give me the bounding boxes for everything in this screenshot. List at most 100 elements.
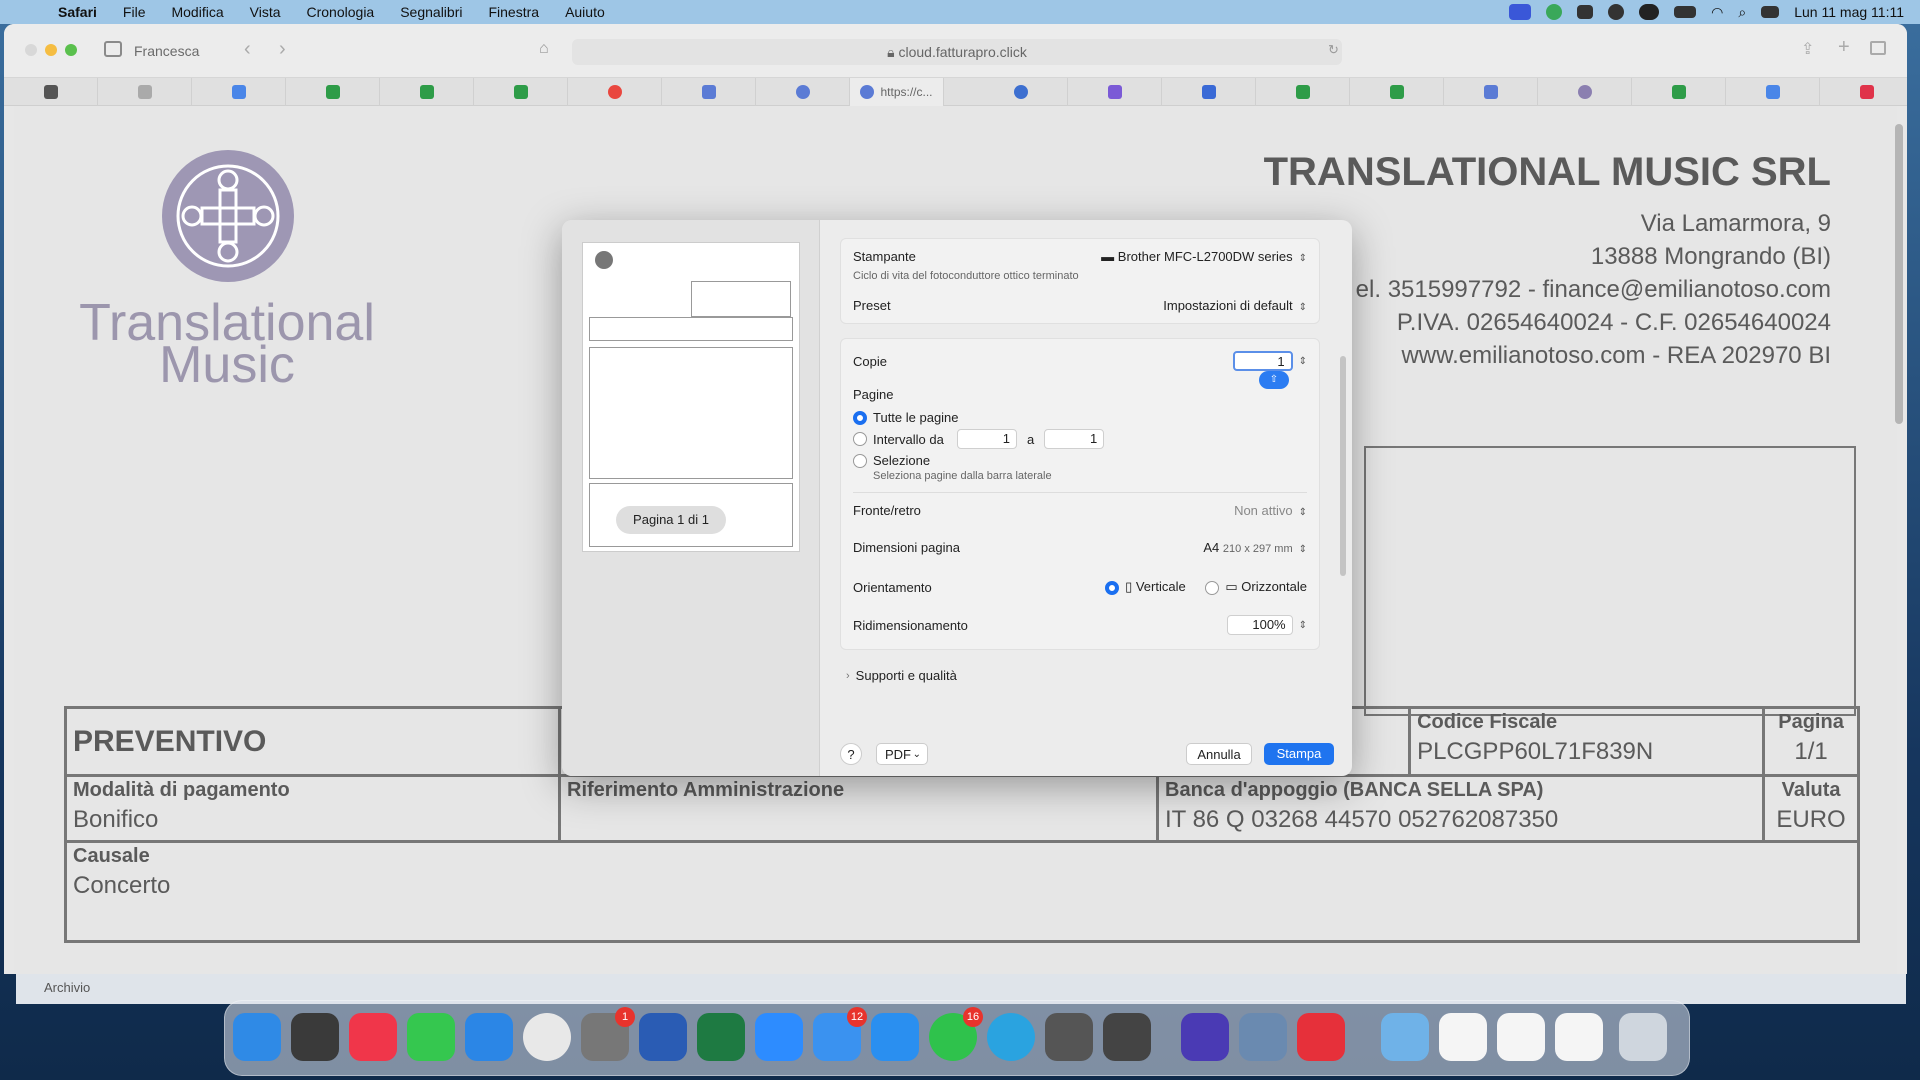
grammarly-icon[interactable] xyxy=(1181,1013,1229,1061)
tab-3[interactable] xyxy=(192,78,286,106)
menu-aiuto[interactable]: Auiuto xyxy=(565,4,605,20)
range-to-input[interactable]: 1 xyxy=(1044,429,1105,449)
menu-finestra[interactable]: Finestra xyxy=(488,4,539,20)
word-icon[interactable] xyxy=(639,1013,687,1061)
media-quality-disclosure[interactable]: › Supporti e qualità xyxy=(846,668,1320,683)
system-settings-icon[interactable]: 1 xyxy=(581,1007,635,1061)
menu-file[interactable]: File xyxy=(123,4,146,20)
page-scrollbar[interactable] xyxy=(1895,124,1903,424)
pdf-menu-button[interactable]: PDF ⌄ xyxy=(876,743,928,765)
status-app-icon[interactable] xyxy=(1546,4,1563,20)
tab-2[interactable] xyxy=(98,78,192,106)
home-icon[interactable]: ⌂ xyxy=(539,40,549,58)
all-pages-radio[interactable] xyxy=(853,410,867,425)
telegram-icon[interactable] xyxy=(987,1013,1035,1061)
tab-11[interactable] xyxy=(974,78,1068,106)
tab-16[interactable] xyxy=(1444,78,1538,106)
tab-14[interactable] xyxy=(1256,78,1350,106)
tab-7[interactable] xyxy=(568,78,662,106)
paper-size-select[interactable]: A4 210 x 297 mm ⇕ xyxy=(1203,540,1307,555)
zoom-window-button[interactable] xyxy=(65,44,77,56)
scale-stepper[interactable]: ⇕ xyxy=(1299,620,1307,631)
document-thumbnail-icon[interactable] xyxy=(1555,1013,1603,1061)
address-bar[interactable]: 🔒︎ cloud.fatturapro.click xyxy=(572,39,1342,65)
landscape-radio[interactable] xyxy=(1205,580,1220,595)
screen-share-icon[interactable] xyxy=(1509,4,1532,20)
preset-select[interactable]: Impostazioni di default ⇕ xyxy=(1163,298,1307,313)
menu-app-safari[interactable]: Safari xyxy=(58,4,97,20)
menu-cronologia[interactable]: Cronologia xyxy=(307,4,375,20)
photo-booth-icon[interactable] xyxy=(1103,1013,1151,1061)
minimize-window-button[interactable] xyxy=(45,44,57,56)
menu-segnalibri[interactable]: Segnalibri xyxy=(400,4,462,20)
scale-input[interactable]: 100% xyxy=(1226,615,1293,635)
tab-8[interactable] xyxy=(662,78,756,106)
music-icon[interactable] xyxy=(349,1013,397,1061)
copies-input[interactable]: 1 xyxy=(1232,351,1293,371)
safari-icon[interactable] xyxy=(465,1013,513,1061)
tab-19[interactable] xyxy=(1726,78,1820,106)
range-radio[interactable] xyxy=(853,432,867,446)
landscape-label: Orizzontale xyxy=(1241,579,1307,594)
sidebar-toggle-icon[interactable] xyxy=(104,41,122,57)
cancel-button[interactable]: Annulla xyxy=(1186,743,1252,765)
tab-15[interactable] xyxy=(1350,78,1444,106)
chevron-down-icon: ⌄ xyxy=(912,749,921,760)
battery-icon[interactable] xyxy=(1674,6,1697,18)
tab-6[interactable] xyxy=(474,78,568,106)
chrome-icon[interactable] xyxy=(523,1013,571,1061)
tab-active[interactable]: https://c... xyxy=(850,78,944,106)
duplex-select[interactable]: Non attivo ⇕ xyxy=(1234,503,1307,518)
settings-scrollbar[interactable] xyxy=(1340,356,1346,576)
grammarly-status-icon[interactable] xyxy=(1608,4,1625,20)
range-from-input[interactable]: 1 xyxy=(957,429,1017,449)
forward-icon[interactable]: › xyxy=(279,38,286,61)
app-store-icon[interactable] xyxy=(871,1013,919,1061)
selection-radio[interactable] xyxy=(853,453,867,468)
printer-app-icon[interactable] xyxy=(1045,1013,1093,1061)
wifi-icon[interactable]: ◠ xyxy=(1711,4,1723,21)
new-tab-icon[interactable]: + xyxy=(1838,36,1850,59)
whatsapp-icon[interactable]: 16 xyxy=(929,1007,983,1061)
downloads-folder-icon[interactable] xyxy=(1381,1013,1429,1061)
copies-stepper[interactable]: ⇕ xyxy=(1299,356,1307,367)
tab-9[interactable] xyxy=(756,78,850,106)
menu-vista[interactable]: Vista xyxy=(250,4,281,20)
print-button[interactable]: Stampa xyxy=(1264,743,1334,765)
share-icon[interactable]: ⇪ xyxy=(1801,39,1814,59)
messages-status-icon[interactable] xyxy=(1577,5,1594,19)
menu-clock[interactable]: Lun 11 mag 11:11 xyxy=(1794,4,1904,20)
tab-13[interactable] xyxy=(1162,78,1256,106)
excel-icon[interactable] xyxy=(697,1013,745,1061)
zoom-icon[interactable] xyxy=(755,1013,803,1061)
back-icon[interactable]: ‹ xyxy=(244,38,251,61)
spotlight-search-icon[interactable]: ⌕ xyxy=(1738,4,1746,21)
tab-4[interactable] xyxy=(286,78,380,106)
anydesk-icon[interactable] xyxy=(1297,1013,1345,1061)
document-thumbnail-icon[interactable] xyxy=(1497,1013,1545,1061)
tab-18[interactable] xyxy=(1632,78,1726,106)
profile-selector[interactable]: Francesca xyxy=(134,43,199,59)
gauge-status-icon[interactable] xyxy=(1639,4,1660,20)
help-button[interactable]: ? xyxy=(840,743,862,765)
document-thumbnail-icon[interactable] xyxy=(1439,1013,1487,1061)
reload-icon[interactable]: ↻ xyxy=(1328,42,1339,58)
tab-20[interactable] xyxy=(1820,78,1907,106)
tab-1[interactable] xyxy=(4,78,98,106)
tab-12[interactable] xyxy=(1068,78,1162,106)
trash-icon[interactable] xyxy=(1619,1013,1667,1061)
menu-modifica[interactable]: Modifica xyxy=(171,4,223,20)
tab-overview-icon[interactable] xyxy=(1870,41,1886,55)
launchpad-icon[interactable] xyxy=(291,1013,339,1061)
mail-icon[interactable]: 12 xyxy=(813,1007,867,1061)
tab-5[interactable] xyxy=(380,78,474,106)
finder-icon[interactable] xyxy=(233,1013,281,1061)
printer-select[interactable]: ▬ Brother MFC-L2700DW series ⇕ xyxy=(1101,249,1307,264)
archivio-label[interactable]: Archivio xyxy=(44,980,90,995)
control-center-icon[interactable] xyxy=(1761,6,1780,18)
close-window-button[interactable] xyxy=(25,44,37,56)
preview-icon[interactable] xyxy=(1239,1013,1287,1061)
tab-17[interactable] xyxy=(1538,78,1632,106)
messages-icon[interactable] xyxy=(407,1013,455,1061)
portrait-radio[interactable] xyxy=(1105,580,1120,595)
